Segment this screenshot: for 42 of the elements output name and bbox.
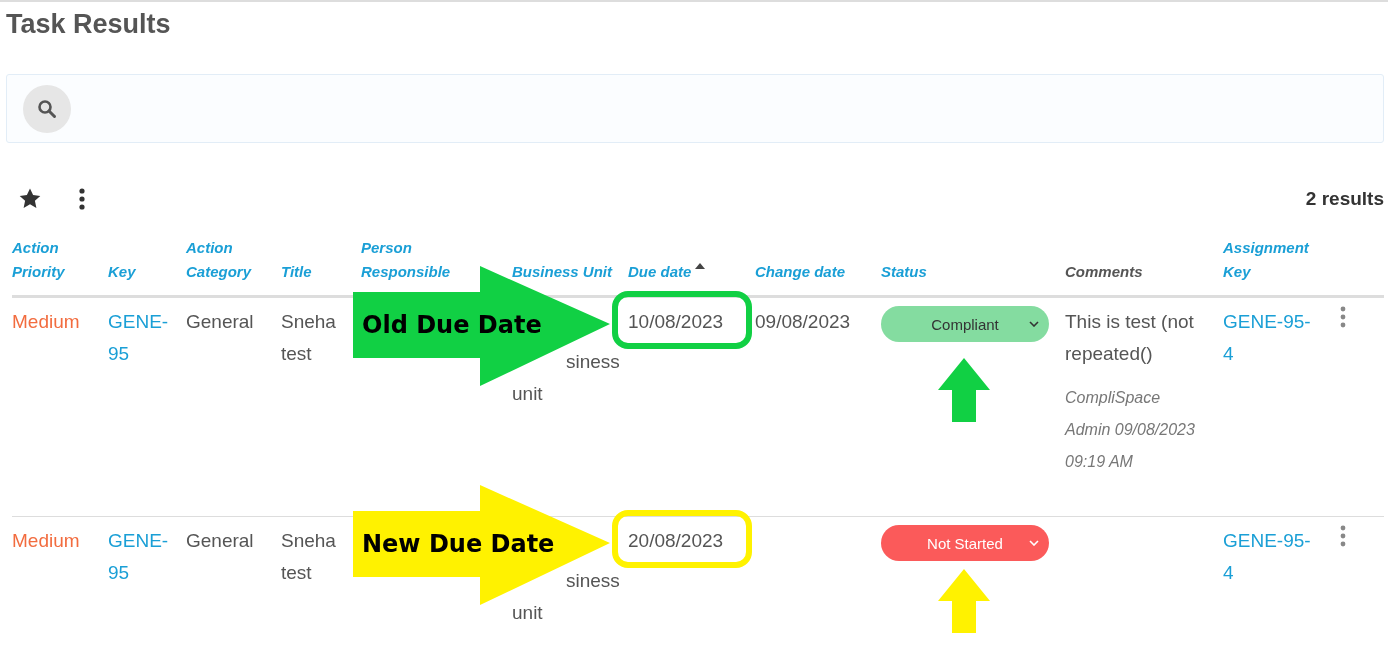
- column-header[interactable]: Due date: [628, 260, 698, 284]
- due-date-text: 20/08/2023: [628, 529, 725, 553]
- column-header[interactable]: Action Priority: [12, 236, 108, 284]
- status-dropdown[interactable]: Not Started: [881, 525, 1049, 561]
- title-text: Sneha test: [281, 310, 337, 366]
- priority-text: Medium: [12, 310, 81, 334]
- chevron-down-icon: [1029, 321, 1039, 327]
- column-header: Comments: [1065, 262, 1144, 282]
- column-header[interactable]: Action Category: [186, 236, 281, 284]
- category-text: General: [186, 529, 255, 553]
- comment-text: This is test (not repeated(): [1065, 310, 1195, 366]
- annotation-label: New Due Date: [362, 529, 555, 559]
- column-header[interactable]: Title: [281, 260, 318, 284]
- title-text: Sneha test: [281, 529, 337, 585]
- search-button[interactable]: [23, 84, 71, 133]
- business-unit-text: siness unit: [512, 569, 621, 625]
- more-icon[interactable]: [79, 188, 85, 210]
- key-link[interactable]: GENE-95: [108, 525, 180, 589]
- business-unit-text: siness unit: [512, 350, 621, 406]
- priority-text: Medium: [12, 529, 81, 553]
- change-date-text: 09/08/2023: [755, 310, 852, 334]
- assignment-key-link[interactable]: GENE-95-4: [1223, 525, 1318, 589]
- annotation-label: Old Due Date: [362, 310, 542, 340]
- up-arrow: [938, 358, 990, 422]
- column-header[interactable]: Assignment Key: [1223, 236, 1333, 284]
- column-header[interactable]: Key: [108, 260, 142, 284]
- result-count: 2 results: [1305, 188, 1384, 210]
- comment-meta: CompliSpace Admin 09/08/2023 09:19 AM: [1065, 388, 1196, 472]
- assignment-key-link[interactable]: GENE-95-4: [1223, 306, 1318, 370]
- sort-up-icon: [695, 263, 706, 269]
- status-dropdown[interactable]: Compliant: [881, 306, 1049, 342]
- column-header[interactable]: Person Responsible: [361, 236, 471, 284]
- category-text: General: [186, 310, 255, 334]
- column-header[interactable]: Status: [881, 260, 933, 284]
- column-header[interactable]: Business Unit: [512, 260, 619, 284]
- page-title: Task Results: [6, 8, 172, 40]
- key-link[interactable]: GENE-95: [108, 306, 180, 370]
- due-date-text: 10/08/2023: [628, 310, 725, 334]
- chevron-down-icon: [1029, 540, 1039, 546]
- column-header[interactable]: Change date: [755, 260, 851, 284]
- search-icon: [37, 98, 57, 119]
- up-arrow: [938, 569, 990, 633]
